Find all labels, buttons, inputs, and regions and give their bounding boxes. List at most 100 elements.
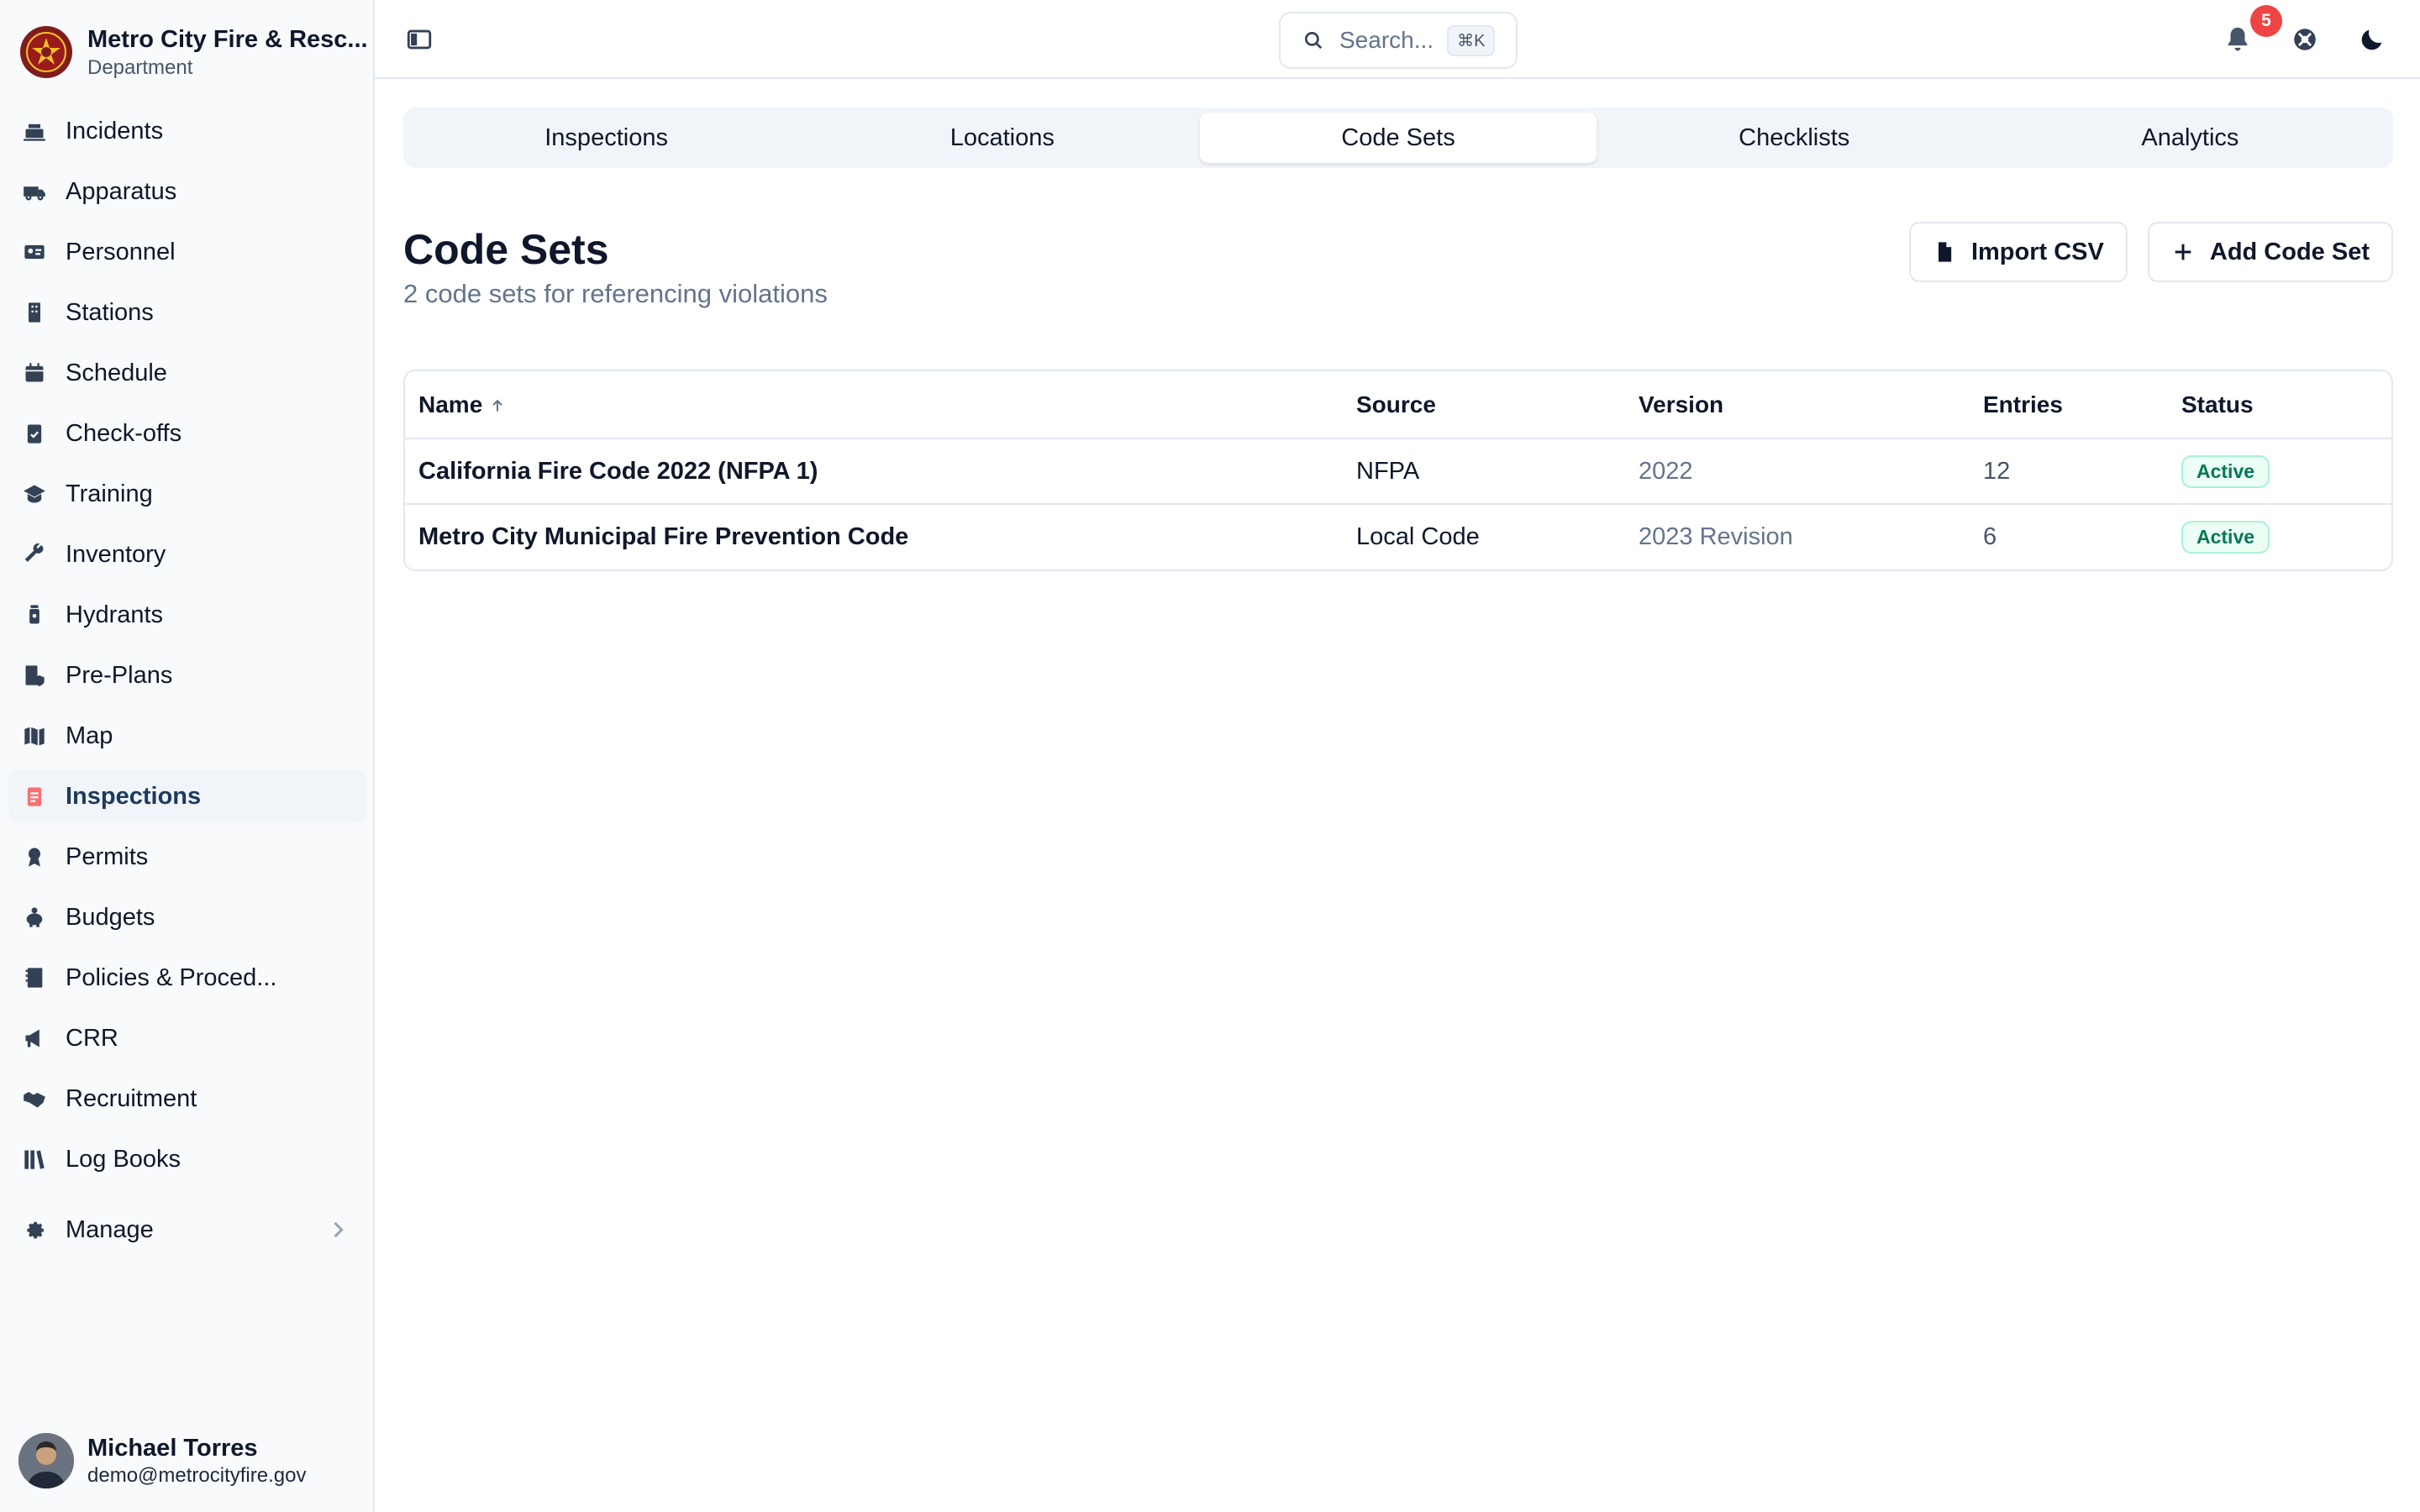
user-profile[interactable]: Michael Torres demo@metrocityfire.gov xyxy=(18,1433,306,1488)
sidebar-item-label: Stations xyxy=(66,298,154,326)
moon-icon[interactable] xyxy=(2358,25,2386,54)
sidebar-item-check-offs[interactable]: Check-offs xyxy=(8,407,366,460)
section-tabs: Inspections Locations Code Sets Checklis… xyxy=(403,108,2393,168)
sidebar-item-hydrants[interactable]: Hydrants xyxy=(8,588,366,642)
sidebar-item-incidents[interactable]: Incidents xyxy=(8,104,366,158)
tab-code-sets[interactable]: Code Sets xyxy=(1200,113,1597,163)
user-name: Michael Torres xyxy=(87,1435,258,1462)
cell-status: Active xyxy=(2168,438,2391,505)
bell-icon[interactable] xyxy=(2223,25,2252,54)
sidebar-toggle-icon[interactable] xyxy=(405,25,434,54)
column-header-name[interactable]: Name xyxy=(405,371,1343,439)
sidebar-item-crr[interactable]: CRR xyxy=(8,1011,366,1065)
clipboard-check-icon xyxy=(20,419,49,448)
tab-analytics[interactable]: Analytics xyxy=(1992,113,2388,163)
gear-icon xyxy=(20,1215,49,1244)
sidebar-item-manage[interactable]: Manage xyxy=(8,1203,366,1257)
map-icon xyxy=(20,722,49,750)
page-heading: Code Sets 2 code sets for referencing vi… xyxy=(403,223,828,312)
page-title: Code Sets xyxy=(403,226,609,273)
handshake-icon xyxy=(20,1084,49,1113)
sidebar-item-label: Inspections xyxy=(66,782,202,810)
sidebar-item-label: Recruitment xyxy=(66,1084,197,1112)
sidebar-item-recruitment[interactable]: Recruitment xyxy=(8,1072,366,1126)
sidebar-item-label: Inventory xyxy=(66,540,166,568)
status-badge: Active xyxy=(2181,454,2270,488)
sidebar-item-label: Permits xyxy=(66,843,149,870)
cell-name: Metro City Municipal Fire Prevention Cod… xyxy=(418,523,909,550)
app-root: Metro City Fire & Resc... Department Inc… xyxy=(0,0,2420,1512)
sidebar-item-label: Pre-Plans xyxy=(66,661,173,689)
cell-version: 2022 xyxy=(1625,438,1970,505)
building-shield-icon xyxy=(20,661,49,690)
cell-status: Active xyxy=(2168,504,2391,570)
code-sets-table: Name Source Version Entries Status Calif… xyxy=(403,370,2393,571)
sidebar-item-log-books[interactable]: Log Books xyxy=(8,1132,366,1186)
sidebar-item-schedule[interactable]: Schedule xyxy=(8,346,366,400)
sidebar-item-policies[interactable]: Policies & Proced... xyxy=(8,951,366,1005)
sidebar-item-label: Incidents xyxy=(66,117,164,144)
search-box[interactable]: Search... ⌘K xyxy=(1279,12,1518,69)
sidebar-item-label: Hydrants xyxy=(66,601,164,628)
brand-sub: Department xyxy=(87,56,193,79)
sidebar-item-map[interactable]: Map xyxy=(8,709,366,763)
file-icon xyxy=(1938,242,1952,262)
sidebar: Metro City Fire & Resc... Department Inc… xyxy=(0,0,375,1512)
column-header-entries[interactable]: Entries xyxy=(1970,371,2168,439)
cell-version: 2023 Revision xyxy=(1639,523,1793,550)
award-icon xyxy=(20,843,49,871)
sidebar-item-apparatus[interactable]: Apparatus xyxy=(8,165,366,218)
sidebar-item-personnel[interactable]: Personnel xyxy=(8,225,366,279)
piggy-bank-icon xyxy=(20,903,49,932)
calendar-icon xyxy=(20,359,49,387)
sidebar-item-inventory[interactable]: Inventory xyxy=(8,528,366,581)
brand[interactable]: Metro City Fire & Resc... Department xyxy=(20,24,368,81)
table-row[interactable]: Metro City Municipal Fire Prevention Cod… xyxy=(405,504,2391,570)
sidebar-item-stations[interactable]: Stations xyxy=(8,286,366,339)
cell-entries: 12 xyxy=(1970,438,2168,505)
user-email: demo@metrocityfire.gov xyxy=(87,1464,307,1487)
add-code-set-label: Add Code Set xyxy=(2209,238,2370,265)
sidebar-manage-section: Manage xyxy=(8,1203,366,1263)
cell-source: NFPA xyxy=(1343,438,1625,505)
column-header-version[interactable]: Version xyxy=(1625,371,1970,439)
import-csv-button[interactable]: Import CSV xyxy=(1908,222,2128,282)
sidebar-item-training[interactable]: Training xyxy=(8,467,366,521)
notification-badge: 5 xyxy=(2250,5,2282,37)
cell-name: California Fire Code 2022 (NFPA 1) xyxy=(405,438,1343,505)
page-subtitle: 2 code sets for referencing violations xyxy=(403,279,828,308)
building-icon xyxy=(20,298,49,327)
hydrant-icon xyxy=(20,601,49,629)
page-actions: Import CSV Add Code Set xyxy=(1889,222,2393,282)
tab-locations[interactable]: Locations xyxy=(804,113,1200,163)
sort-ascending-icon xyxy=(492,399,503,412)
search-shortcut: ⌘K xyxy=(1447,24,1496,56)
settings-cog-icon[interactable] xyxy=(2291,25,2319,54)
status-badge: Active xyxy=(2181,521,2270,554)
column-header-status[interactable]: Status xyxy=(2168,371,2391,439)
sidebar-item-pre-plans[interactable]: Pre-Plans xyxy=(8,648,366,702)
add-code-set-button[interactable]: Add Code Set xyxy=(2147,222,2393,282)
sidebar-nav: Incidents Apparatus Personnel Stations S… xyxy=(8,104,366,1193)
column-header-source[interactable]: Source xyxy=(1343,371,1625,439)
tab-checklists[interactable]: Checklists xyxy=(1597,113,1992,163)
cell-entries: 6 xyxy=(1983,523,1997,550)
fire-truck-icon xyxy=(20,177,49,206)
brand-name: Metro City Fire & Resc... xyxy=(87,26,368,53)
books-icon xyxy=(20,1145,49,1173)
chevron-right-icon xyxy=(334,1221,344,1238)
search-placeholder: Search... xyxy=(1339,27,1434,53)
table-row[interactable]: California Fire Code 2022 (NFPA 1) NFPA … xyxy=(405,438,2391,505)
sidebar-item-inspections[interactable]: Inspections xyxy=(8,769,366,823)
sidebar-item-label: Manage xyxy=(66,1215,154,1243)
tab-inspections[interactable]: Inspections xyxy=(408,113,804,163)
book-icon xyxy=(20,963,49,992)
sidebar-item-label: Policies & Proced... xyxy=(66,963,277,991)
department-logo xyxy=(20,26,72,78)
sidebar-item-budgets[interactable]: Budgets xyxy=(8,890,366,944)
top-bar: Search... ⌘K 5 xyxy=(375,0,2420,79)
incidents-icon xyxy=(20,117,49,145)
table-header-row: Name Source Version Entries Status xyxy=(405,371,2391,439)
sidebar-item-permits[interactable]: Permits xyxy=(8,830,366,884)
sidebar-item-label: Map xyxy=(66,722,113,749)
